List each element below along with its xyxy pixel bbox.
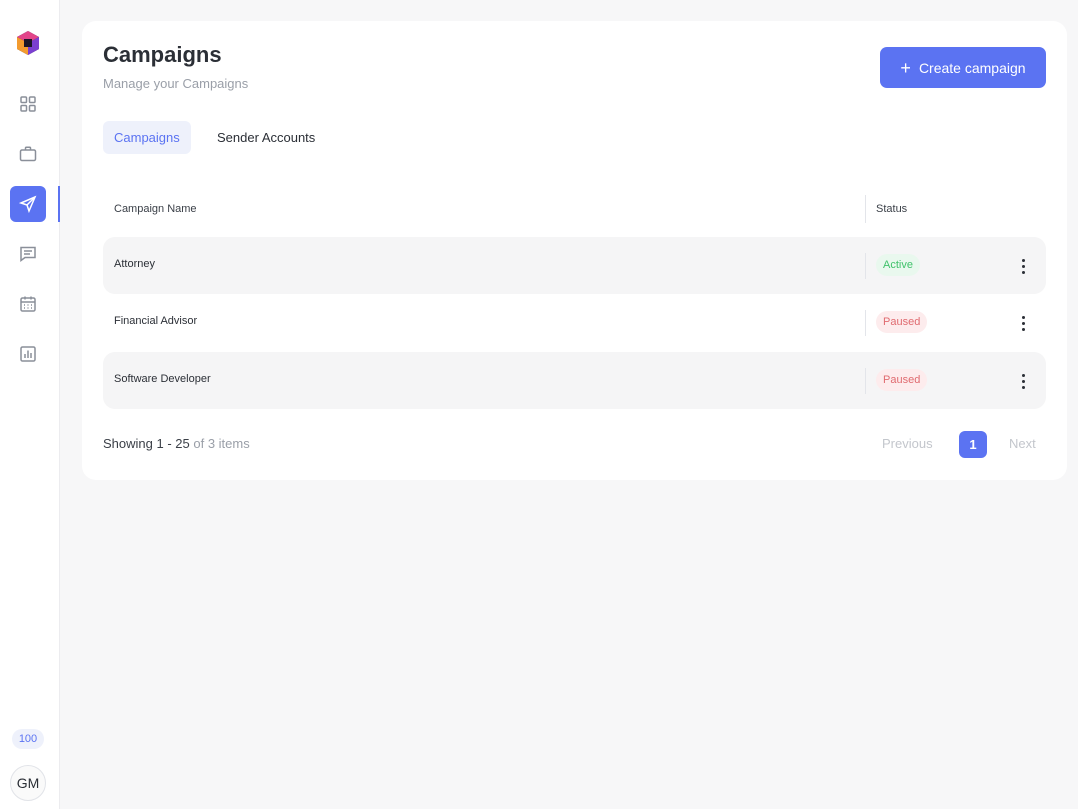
pagination-summary: Showing 1 - 25 of 3 items (103, 436, 250, 451)
sidebar-item-messages[interactable] (10, 236, 46, 272)
send-icon (19, 195, 37, 213)
column-header-status[interactable]: Status (876, 203, 907, 215)
table-row[interactable]: Software Developer Paused (103, 352, 1046, 409)
campaign-name[interactable]: Attorney (114, 258, 155, 270)
more-options-icon[interactable] (1015, 255, 1031, 277)
sidebar-item-jobs[interactable] (10, 136, 46, 172)
campaign-name[interactable]: Software Developer (114, 373, 211, 385)
plus-icon: + (900, 57, 911, 78)
campaign-name[interactable]: Financial Advisor (114, 315, 197, 327)
tab-sender-accounts[interactable]: Sender Accounts (206, 121, 326, 154)
more-options-icon[interactable] (1015, 312, 1031, 334)
user-avatar[interactable]: GM (10, 765, 46, 801)
table-row[interactable]: Attorney Active (103, 237, 1046, 294)
column-divider (865, 195, 866, 223)
more-options-icon[interactable] (1015, 370, 1031, 392)
sidebar-item-analytics[interactable] (10, 336, 46, 372)
message-icon (20, 246, 36, 262)
status-badge: Paused (876, 369, 928, 391)
sidebar-item-dashboard[interactable] (10, 86, 46, 122)
column-divider (865, 368, 866, 394)
column-header-campaign-name[interactable]: Campaign Name (114, 203, 197, 215)
showing-range: Showing 1 - 25 (103, 436, 190, 451)
pagination-next-button[interactable]: Next (1009, 436, 1036, 451)
calendar-icon (20, 296, 36, 312)
showing-total: of 3 items (193, 436, 250, 451)
status-badge: Paused (876, 311, 928, 333)
column-divider (865, 253, 866, 279)
create-campaign-button[interactable]: + Create campaign (880, 47, 1046, 88)
active-indicator (58, 186, 60, 222)
app-logo-icon[interactable] (16, 30, 40, 56)
briefcase-icon (19, 146, 37, 162)
credits-badge[interactable]: 100 (12, 729, 44, 749)
sidebar-item-campaigns[interactable] (10, 186, 46, 222)
page-subtitle: Manage your Campaigns (103, 76, 249, 91)
pagination-previous-button[interactable]: Previous (882, 436, 933, 451)
table-row[interactable]: Financial Advisor Paused (103, 294, 1046, 351)
column-divider (865, 310, 866, 336)
create-campaign-label: Create campaign (918, 59, 1026, 76)
tab-campaigns[interactable]: Campaigns (103, 121, 191, 154)
status-badge: Active (876, 254, 920, 276)
sidebar: 100 GM (0, 0, 60, 809)
campaigns-card: Campaigns Manage your Campaigns + Create… (82, 21, 1067, 480)
grid-icon (20, 96, 36, 112)
pagination-page-button[interactable]: 1 (959, 431, 987, 458)
sidebar-item-calendar[interactable] (10, 286, 46, 322)
page-title: Campaigns (103, 42, 222, 67)
bar-chart-icon (20, 346, 36, 362)
